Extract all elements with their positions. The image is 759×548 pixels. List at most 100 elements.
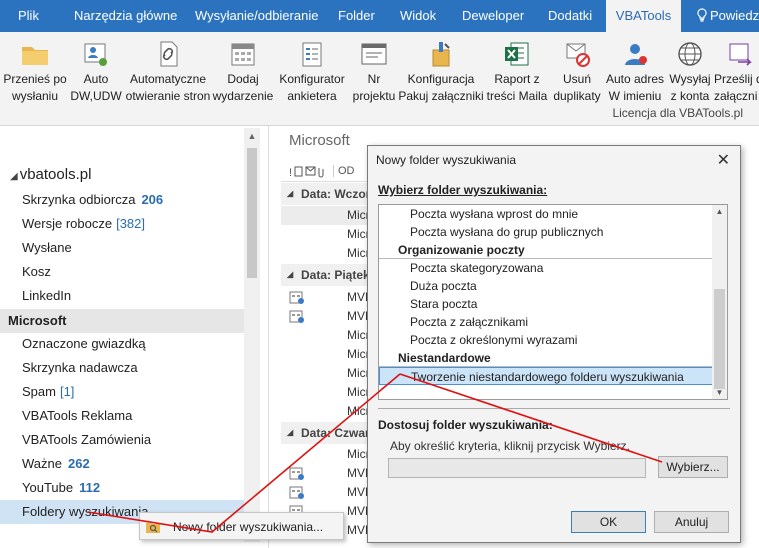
send-from-account-button[interactable]: Wysyłaj z konta bbox=[666, 32, 714, 104]
pack-attachments-button[interactable]: Konfiguracja Pakuj załączniki bbox=[398, 32, 484, 104]
group-label: Data: Czwart bbox=[301, 426, 374, 440]
folder-vbatools-reklama[interactable]: VBATools Reklama bbox=[0, 404, 244, 428]
link-document-icon bbox=[160, 41, 178, 67]
auto-open-pages-button[interactable]: Automatyczne otwieranie stron bbox=[124, 32, 212, 104]
message-row[interactable]: MVF bbox=[281, 307, 381, 326]
scrollbar-thumb[interactable] bbox=[714, 289, 725, 389]
group-collapse-icon: ◢ bbox=[287, 189, 294, 198]
list-item[interactable]: Poczta wysłana do grup publicznych bbox=[379, 223, 713, 241]
folder-linkedin[interactable]: LinkedIn bbox=[0, 284, 244, 308]
choose-folder-label: Wybierz folder wyszukiwania: bbox=[378, 183, 548, 197]
list-item-selected[interactable]: Tworzenie niestandardowego folderu wyszu… bbox=[379, 367, 713, 385]
survey-configurator-button[interactable]: Konfigurator ankietera bbox=[274, 32, 350, 104]
group-friday[interactable]: ◢ Data: Piątek bbox=[281, 264, 381, 286]
item-count: [382] bbox=[116, 216, 145, 231]
scroll-down-icon[interactable]: ▼ bbox=[714, 388, 725, 397]
unread-count: 112 bbox=[79, 480, 101, 495]
folder-wazne[interactable]: Ważne 262 bbox=[0, 452, 244, 476]
remove-duplicates-button[interactable]: Usuń duplikaty bbox=[550, 32, 604, 104]
collapse-arrow-icon[interactable]: ◢ bbox=[10, 171, 18, 182]
list-item[interactable]: Poczta wysłana wprost do mnie bbox=[379, 205, 713, 223]
folder-starred[interactable]: Oznaczone gwiazdką bbox=[0, 332, 244, 356]
list-group-header: Organizowanie poczty bbox=[379, 241, 713, 259]
move-after-send-label-2: wysłaniu bbox=[11, 89, 59, 103]
folder-sent[interactable]: Wysłane bbox=[0, 236, 244, 260]
meeting-icon bbox=[289, 467, 304, 480]
folder-outbox[interactable]: Skrzynka nadawcza bbox=[0, 356, 244, 380]
cancel-button[interactable]: Anuluj bbox=[654, 511, 729, 533]
add-event-label-2: wydarzenie bbox=[212, 89, 274, 103]
message-row[interactable]: MVF bbox=[281, 464, 381, 483]
auto-cc-bcc-button[interactable]: Auto DW,UDW bbox=[68, 32, 124, 104]
folder-drafts[interactable]: Wersje robocze [382] bbox=[0, 212, 244, 236]
forward-attachments-label-1: Prześlij d bbox=[714, 72, 759, 86]
list-item[interactable]: Poczta z załącznikami bbox=[379, 313, 713, 331]
importance-column-icon[interactable]: ! bbox=[289, 165, 329, 179]
tab-file[interactable]: Plik bbox=[18, 0, 39, 32]
tab-addins[interactable]: Dodatki bbox=[548, 0, 592, 32]
auto-address-on-behalf-button[interactable]: Auto adres W imieniu bbox=[604, 32, 666, 104]
tab-tell-me[interactable]: Powiedz bbox=[697, 0, 759, 32]
folder-label: Microsoft bbox=[8, 313, 67, 328]
message-row[interactable]: Micr bbox=[281, 326, 381, 345]
message-row[interactable]: Micr bbox=[281, 364, 381, 383]
group-yesterday[interactable]: ◢ Data: Wczora bbox=[281, 183, 381, 205]
folder-label: Wersje robocze bbox=[22, 216, 113, 231]
folder-vbatools-zamowienia[interactable]: VBATools Zamówienia bbox=[0, 428, 244, 452]
tab-vbatools[interactable]: VBATools bbox=[606, 0, 681, 32]
project-number-button[interactable]: Nr projektu bbox=[350, 32, 398, 104]
account-header[interactable]: ◢ vbatools.pl bbox=[10, 166, 91, 183]
folder-label: Ważne bbox=[22, 456, 62, 471]
ok-button[interactable]: OK bbox=[571, 511, 646, 533]
message-row[interactable]: Micr bbox=[281, 402, 381, 421]
message-row[interactable]: Micr bbox=[281, 225, 381, 244]
message-row[interactable]: Micr bbox=[281, 206, 381, 225]
message-row[interactable]: Micr bbox=[281, 383, 381, 402]
send-from-account-label-1: Wysyłaj bbox=[669, 72, 711, 86]
mail-report-label-2: treści Maila bbox=[486, 89, 548, 103]
list-scrollbar[interactable]: ▲ ▼ bbox=[712, 205, 727, 399]
folder-pane-scrollbar[interactable]: ▲ bbox=[244, 128, 260, 542]
group-label: Data: Piątek bbox=[301, 268, 370, 282]
tab-home[interactable]: Narzędzia główne bbox=[74, 0, 177, 32]
send-from-account-label-2: z konta bbox=[670, 89, 710, 103]
group-thursday[interactable]: ◢ Data: Czwart bbox=[281, 422, 381, 444]
folder-microsoft[interactable]: Microsoft bbox=[0, 309, 244, 333]
message-row[interactable]: Micr bbox=[281, 244, 381, 263]
folder-move-icon bbox=[22, 47, 48, 65]
close-icon[interactable]: ✕ bbox=[717, 150, 730, 170]
tab-send-receive[interactable]: Wysyłanie/odbieranie bbox=[195, 0, 318, 32]
remove-duplicates-label-1: Usuń bbox=[562, 72, 591, 86]
choose-button[interactable]: Wybierz... bbox=[658, 456, 728, 478]
tab-folder[interactable]: Folder bbox=[338, 0, 375, 32]
folder-spam[interactable]: Spam [1] bbox=[0, 380, 244, 404]
move-after-send-button[interactable]: Przenieś po wysłaniu bbox=[2, 32, 68, 104]
folder-youtube[interactable]: YouTube 112 bbox=[0, 476, 244, 500]
list-item[interactable]: Duża poczta bbox=[379, 277, 713, 295]
forward-attachments-label-2: załączni bbox=[714, 89, 758, 103]
folder-trash[interactable]: Kosz bbox=[0, 260, 244, 284]
search-folder-list[interactable]: Poczta wysłana wprost do mnie Poczta wys… bbox=[378, 204, 728, 400]
forward-attachments-button[interactable]: Prześlij d załączni bbox=[714, 32, 759, 104]
list-item[interactable]: Poczta skategoryzowana bbox=[379, 259, 713, 277]
message-row[interactable]: MVF bbox=[281, 288, 381, 307]
scrollbar-thumb[interactable] bbox=[247, 148, 257, 278]
tab-view[interactable]: Widok bbox=[400, 0, 436, 32]
list-item[interactable]: Stara poczta bbox=[379, 295, 713, 313]
folder-label: Skrzynka odbiorcza bbox=[22, 192, 136, 207]
message-row[interactable]: Micr bbox=[281, 445, 381, 464]
list-group-header: Niestandardowe bbox=[379, 349, 713, 367]
add-event-button[interactable]: Dodaj wydarzenie bbox=[212, 32, 274, 104]
scroll-up-icon[interactable]: ▲ bbox=[714, 207, 725, 216]
item-count: [1] bbox=[59, 384, 75, 399]
message-row[interactable]: Micr bbox=[281, 345, 381, 364]
tab-developer[interactable]: Deweloper bbox=[462, 0, 524, 32]
from-column-header[interactable]: OD bbox=[333, 165, 355, 177]
list-item[interactable]: Poczta z określonymi wyrazami bbox=[379, 331, 713, 349]
scroll-up-icon[interactable]: ▲ bbox=[246, 130, 258, 142]
package-icon bbox=[432, 42, 450, 67]
message-row[interactable]: MVF bbox=[281, 483, 381, 502]
folder-inbox[interactable]: Skrzynka odbiorcza 206 bbox=[0, 188, 244, 212]
mail-report-button[interactable]: Raport z treści Maila bbox=[484, 32, 550, 104]
new-search-folder-menu-item[interactable]: Nowy folder wyszukiwania... bbox=[173, 520, 323, 534]
